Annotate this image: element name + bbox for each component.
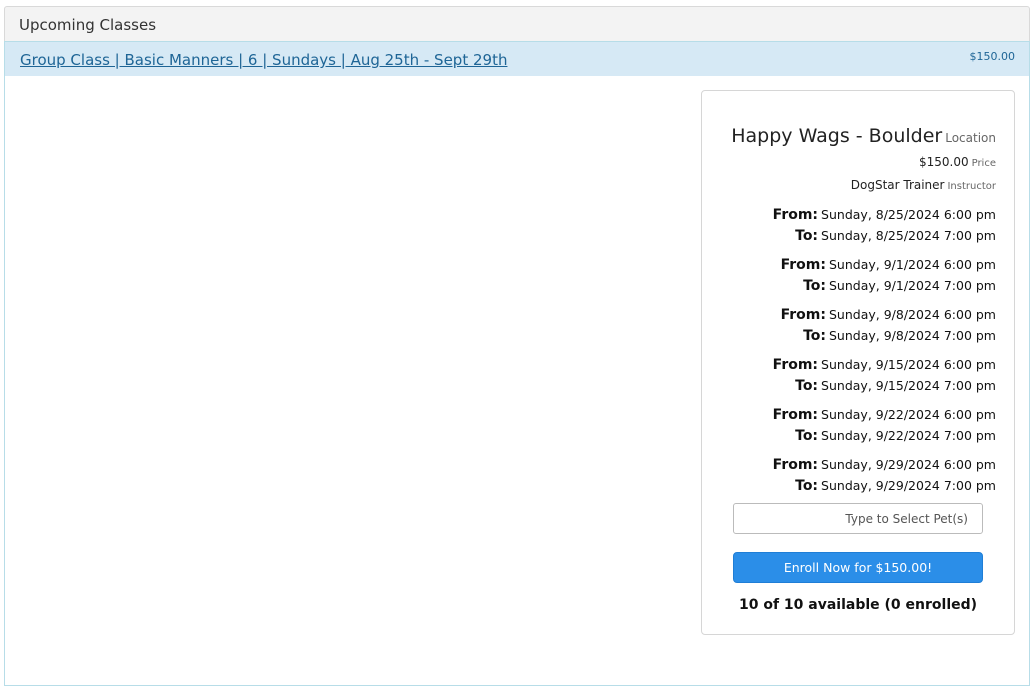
- from-label: From:: [772, 407, 819, 423]
- panel-title: Upcoming Classes: [19, 16, 157, 34]
- price-label: Price: [971, 158, 996, 169]
- to-label: To:: [795, 228, 819, 244]
- location-label: Location: [945, 131, 996, 145]
- location-name: Happy Wags - Boulder: [731, 125, 943, 147]
- session-item: From: Sunday, 9/15/2024 6:00 pm To: Sunday…: [706, 353, 996, 395]
- session-to: Sunday, 9/8/2024 7:00 pm: [829, 328, 996, 343]
- class-title-link[interactable]: Group Class | Basic Manners | 6 | Sunday…: [20, 51, 507, 69]
- from-label: From:: [780, 257, 826, 273]
- from-label: From:: [772, 457, 819, 473]
- from-label: From:: [780, 307, 826, 323]
- session-from: Sunday, 8/25/2024 6:00 pm: [821, 207, 996, 222]
- session-to: Sunday, 9/1/2024 7:00 pm: [829, 278, 996, 293]
- location-line: Happy Wags - Boulder Location: [731, 125, 996, 147]
- price-line: $150.00 Price: [919, 155, 996, 169]
- to-label: To:: [795, 378, 819, 394]
- from-label: From:: [772, 357, 819, 373]
- session-item: From: Sunday, 9/29/2024 6:00 pm To: Sunday…: [706, 453, 996, 495]
- session-from: Sunday, 9/8/2024 6:00 pm: [829, 307, 996, 322]
- session-list: From: Sunday, 8/25/2024 6:00 pm To: Sunday…: [706, 203, 996, 503]
- instructor-label: Instructor: [947, 181, 996, 192]
- session-from: Sunday, 9/22/2024 6:00 pm: [821, 407, 996, 422]
- availability-text: 10 of 10 available (0 enrolled): [738, 597, 978, 613]
- session-to: Sunday, 9/22/2024 7:00 pm: [821, 428, 996, 443]
- instructor-name: DogStar Trainer: [850, 178, 945, 192]
- class-price: $150.00: [969, 50, 1016, 63]
- instructor-line: DogStar Trainer Instructor: [851, 178, 996, 192]
- to-label: To:: [803, 328, 826, 344]
- panel-heading: Upcoming Classes: [4, 6, 1030, 42]
- session-item: From: Sunday, 9/1/2024 6:00 pm To: Sunday,…: [706, 253, 996, 295]
- session-to: Sunday, 9/29/2024 7:00 pm: [821, 478, 996, 493]
- session-from: Sunday, 9/1/2024 6:00 pm: [829, 257, 996, 272]
- class-row[interactable]: Group Class | Basic Manners | 6 | Sunday…: [4, 41, 1030, 77]
- session-to: Sunday, 9/15/2024 7:00 pm: [821, 378, 996, 393]
- session-item: From: Sunday, 9/22/2024 6:00 pm To: Sunday…: [706, 403, 996, 445]
- session-from: Sunday, 9/29/2024 6:00 pm: [821, 457, 996, 472]
- to-label: To:: [795, 428, 819, 444]
- session-item: From: Sunday, 8/25/2024 6:00 pm To: Sunday…: [706, 203, 996, 245]
- price-value: $150.00: [918, 155, 969, 169]
- class-details-card: Happy Wags - Boulder Location $150.00 Pric…: [701, 90, 1015, 635]
- session-from: Sunday, 9/15/2024 6:00 pm: [821, 357, 996, 372]
- session-item: From: Sunday, 9/8/2024 6:00 pm To: Sunday,…: [706, 303, 996, 345]
- to-label: To:: [803, 278, 826, 294]
- enroll-button[interactable]: Enroll Now for $150.00!: [733, 552, 983, 583]
- to-label: To:: [795, 478, 819, 494]
- from-label: From:: [772, 207, 819, 223]
- pet-select-input[interactable]: [733, 503, 983, 534]
- session-to: Sunday, 8/25/2024 7:00 pm: [821, 228, 996, 243]
